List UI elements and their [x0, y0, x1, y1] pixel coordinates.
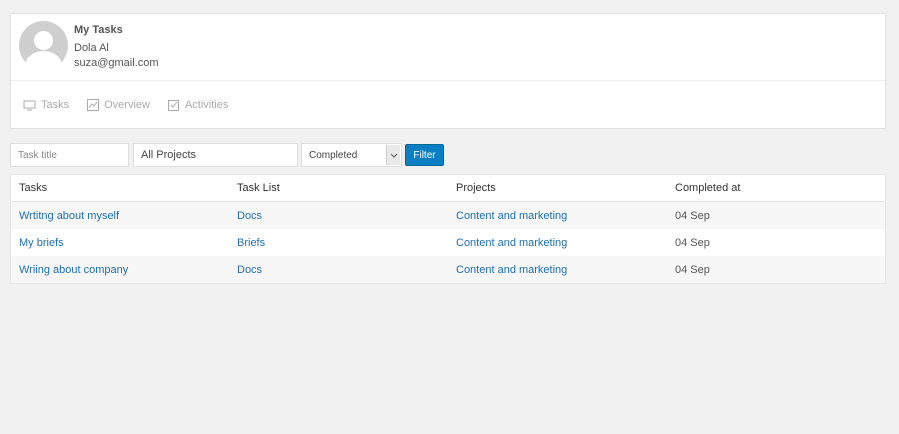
table-row: Wriing about company Docs Content and ma…	[11, 256, 885, 283]
tab-label: Overview	[104, 99, 150, 111]
profile-header: My Tasks Dola Al suza@gmail.com	[11, 14, 885, 81]
checklist-icon	[167, 100, 179, 111]
header-projects: Projects	[456, 182, 496, 194]
header-completed-at: Completed at	[675, 182, 741, 194]
task-list-link[interactable]: Docs	[237, 264, 262, 276]
header-tasks: Tasks	[19, 182, 48, 194]
header-task-list: Task List	[237, 182, 280, 194]
project-link[interactable]: Content and marketing	[456, 264, 567, 276]
user-email: suza@gmail.com	[74, 57, 159, 69]
filter-button[interactable]: Filter	[405, 144, 444, 166]
status-value: Completed	[309, 149, 358, 161]
task-list-link[interactable]: Briefs	[237, 237, 265, 249]
task-link[interactable]: My briefs	[19, 237, 64, 249]
table-header: Tasks Task List Projects Completed at	[11, 175, 885, 202]
table-row: Wrtitng about myself Docs Content and ma…	[11, 202, 885, 229]
user-name: Dola Al	[74, 42, 109, 54]
tasks-table: Tasks Task List Projects Completed at Wr…	[10, 174, 886, 284]
tab-label: Tasks	[41, 99, 70, 111]
completed-date: 04 Sep	[675, 236, 710, 249]
completed-date: 04 Sep	[675, 209, 710, 222]
task-title-input[interactable]: Task title	[10, 143, 129, 167]
project-link[interactable]: Content and marketing	[456, 210, 567, 222]
tab-label: Activities	[184, 99, 229, 111]
tasks-icon	[23, 100, 36, 110]
task-link[interactable]: Wriing about company	[19, 264, 128, 276]
tab-overview[interactable]: Overview	[87, 97, 150, 113]
project-select[interactable]: All Projects	[133, 143, 298, 167]
tab-bar: Tasks Overview Activities	[11, 97, 234, 113]
tab-activities[interactable]: Activities	[167, 97, 229, 113]
chart-icon	[87, 99, 100, 111]
completed-date: 04 Sep	[675, 263, 710, 276]
task-list-link[interactable]: Docs	[237, 210, 262, 222]
filter-bar: Task title All Projects Completed Filter	[10, 143, 890, 168]
chevron-down-icon[interactable]	[386, 145, 400, 165]
page-title: My Tasks	[74, 24, 123, 36]
task-link[interactable]: Wrtitng about myself	[19, 210, 119, 222]
status-select[interactable]: Completed	[301, 143, 402, 167]
avatar	[19, 21, 68, 70]
tab-tasks[interactable]: Tasks	[23, 97, 69, 113]
project-link[interactable]: Content and marketing	[456, 237, 567, 249]
profile-card: My Tasks Dola Al suza@gmail.com Tasks Ov…	[10, 13, 886, 129]
table-row: My briefs Briefs Content and marketing 0…	[11, 229, 885, 256]
